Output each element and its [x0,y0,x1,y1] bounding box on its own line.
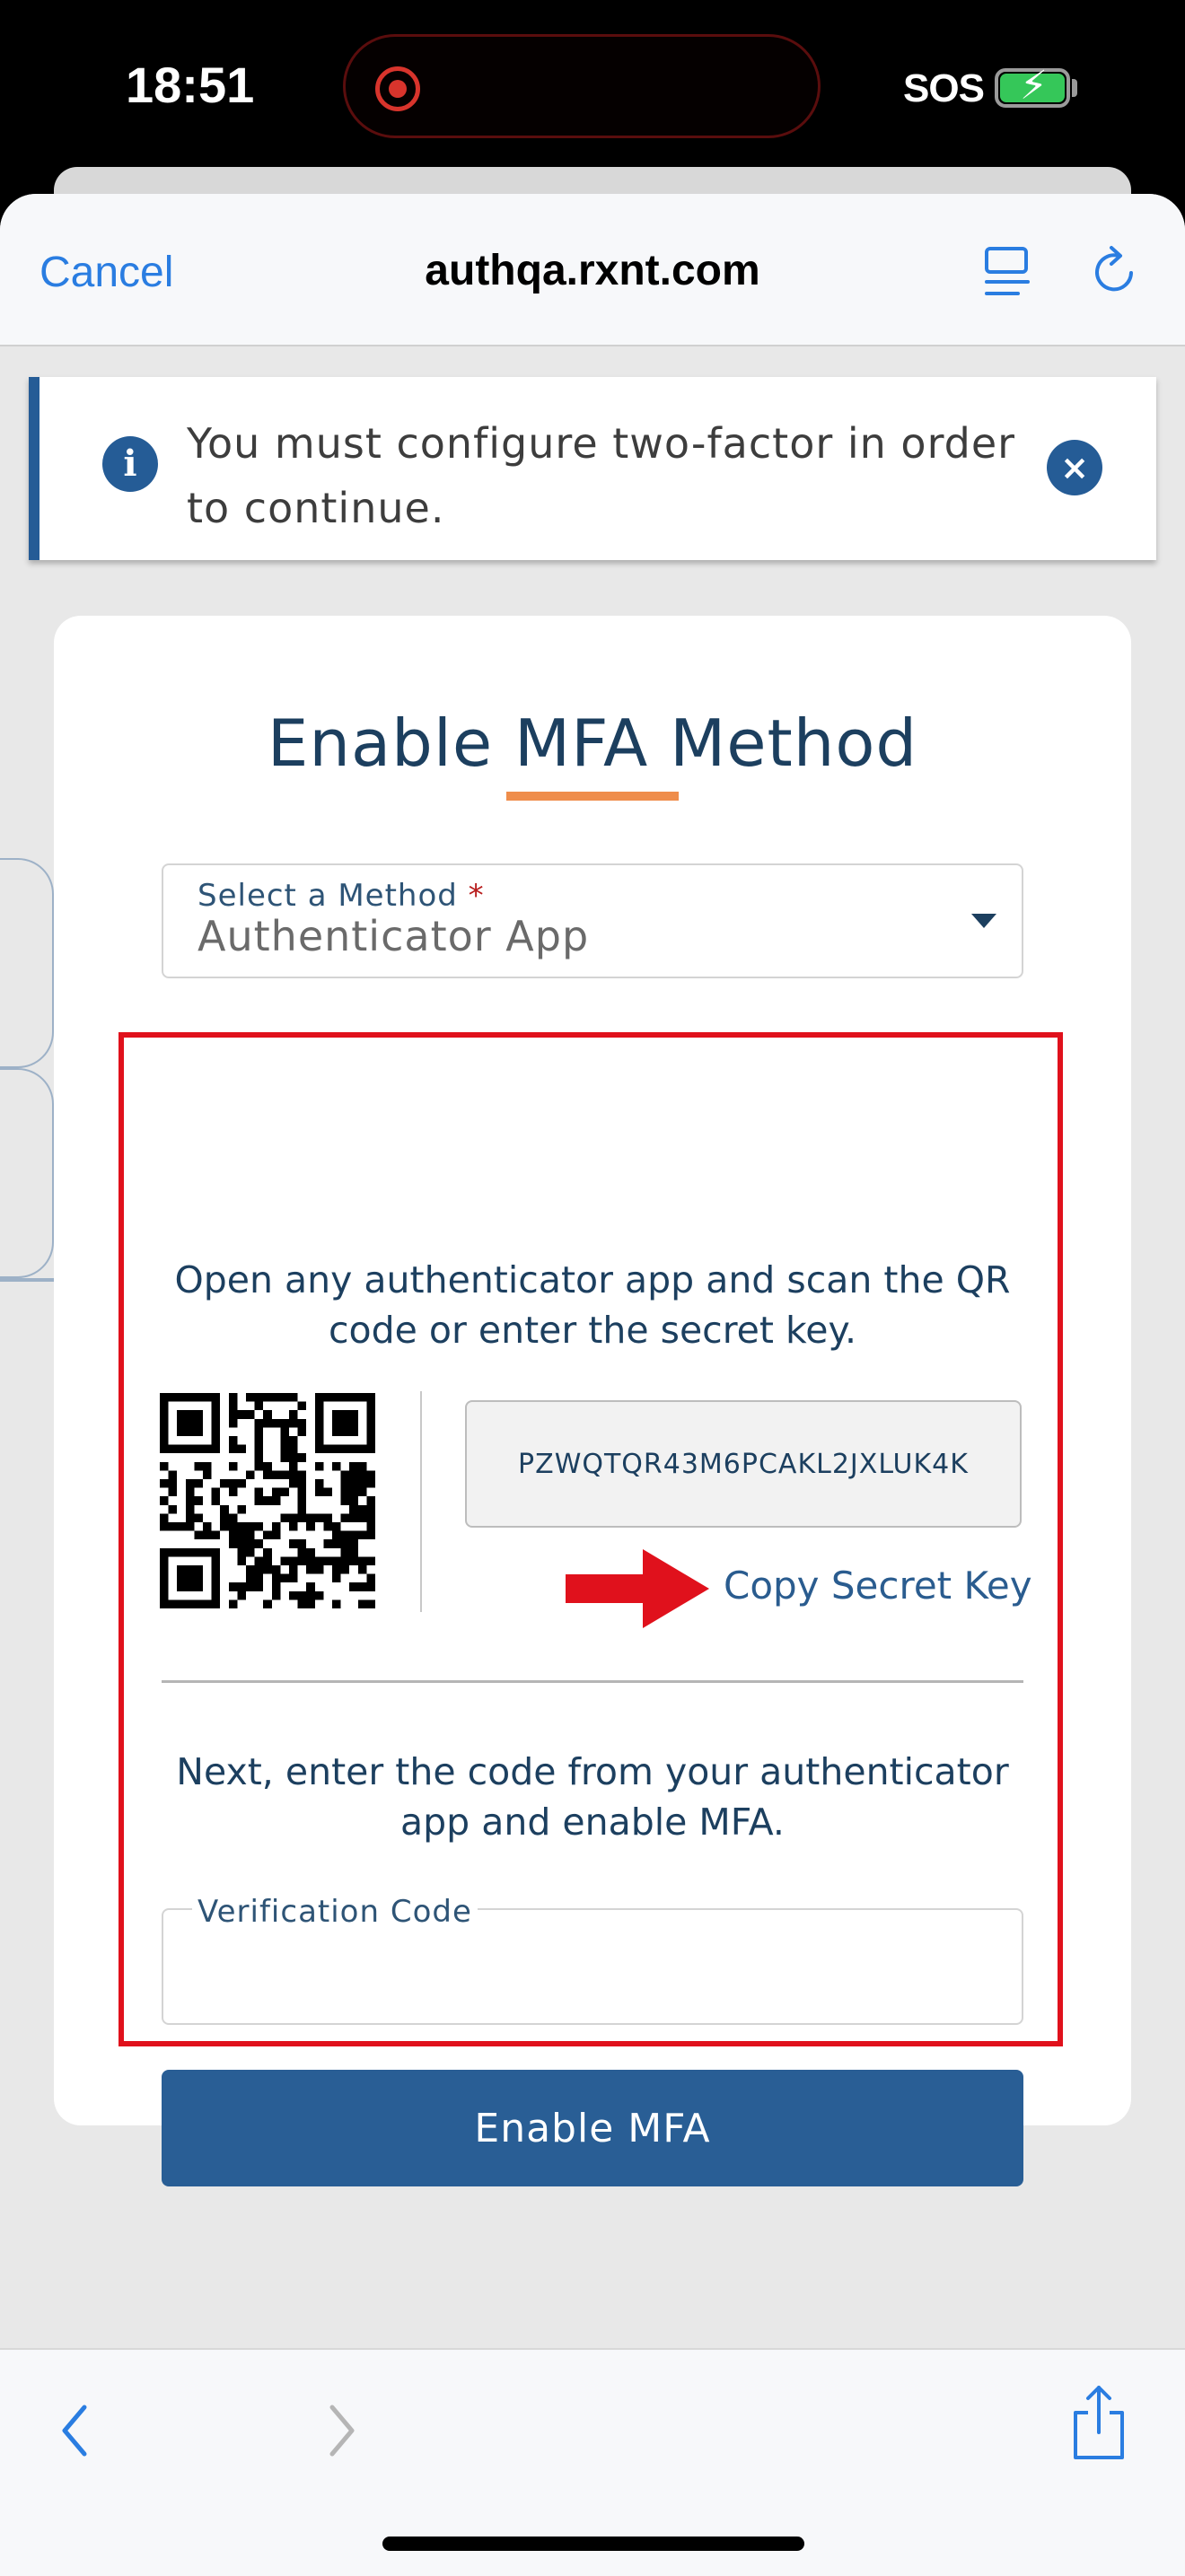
decorative-line [0,1068,54,1278]
back-icon[interactable] [54,2398,97,2463]
reload-icon[interactable] [1088,244,1142,298]
browser-sheet: Cancel authqa.rxnt.com i You must config… [0,194,1185,2574]
method-selected-value: Authenticator App [198,912,590,960]
browser-nav-bar: Cancel authqa.rxnt.com [0,194,1185,346]
enable-mfa-button[interactable]: Enable MFA [162,2070,1023,2186]
method-label: Select a Method * [192,878,490,914]
title-underline [506,792,679,801]
battery-tip [1072,79,1077,97]
info-icon: i [102,436,158,492]
highlight-annotation-box [118,1032,1063,2046]
mfa-required-alert: i You must configure two-factor in order… [29,377,1156,560]
reader-icon[interactable] [984,246,1031,298]
chevron-down-icon[interactable] [971,914,996,928]
decorative-line [0,1278,54,1282]
share-icon[interactable] [1068,2382,1129,2463]
charging-bolt-icon: ⚡ [1020,63,1048,109]
screen-recording-icon [375,66,420,111]
alert-message: You must configure two-factor in order t… [187,419,1016,532]
card-title: Enable MFA Method [267,705,918,781]
carrier-sos: SOS [903,66,985,110]
forward-icon[interactable] [320,2398,363,2463]
decorative-line [0,858,54,1068]
close-icon[interactable]: × [1047,440,1102,495]
status-time: 18:51 [126,57,255,113]
required-mark: * [468,878,485,914]
home-indicator [382,2537,804,2551]
